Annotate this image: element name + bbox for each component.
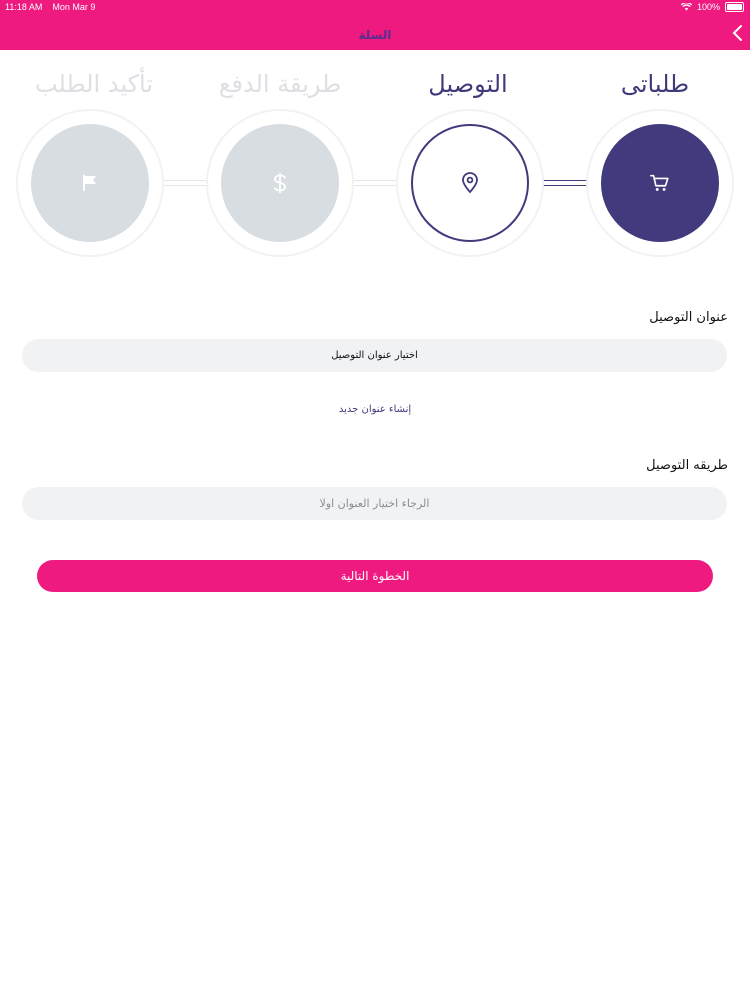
cart-icon [650,174,669,191]
flag-icon [83,175,96,191]
step-confirm[interactable] [16,109,164,257]
step-label-orders: طلباتى [620,70,690,98]
step-payment[interactable] [206,109,354,257]
step-orders[interactable] [586,109,734,257]
step-delivery[interactable] [396,109,544,257]
step-label-delivery: التوصيل [428,70,508,98]
battery-percent: 100% [696,2,720,12]
step-orders-circle [601,124,719,242]
location-pin-icon [462,172,478,194]
delivery-method-select[interactable]: الرجاء اختيار العنوان اولا [22,487,727,520]
navigation-bar: 11:18 AM Mon Mar 9 100% السلة [0,0,750,50]
page-title: السلة [358,28,392,42]
step-connector [540,180,588,186]
delivery-method-title: طريقه التوصيل [646,458,728,473]
status-time: 11:18 AM [5,2,43,12]
delivery-address-select[interactable]: اختيار عنوان التوصيل [22,339,727,372]
status-date: Mon Mar 9 [52,2,96,12]
step-connector [164,180,206,186]
step-delivery-circle [411,124,529,242]
dollar-icon [273,173,286,193]
step-label-confirm: تأكيد الطلب [34,70,154,98]
status-right: 100% [680,2,744,12]
delivery-address-title: عنوان التوصيل [649,310,728,325]
wifi-icon [680,3,692,11]
status-time-date: 11:18 AM Mon Mar 9 [5,2,95,12]
step-confirm-circle [31,124,149,242]
step-connector [354,180,396,186]
next-step-button[interactable]: الخطوة التالية [37,560,713,592]
back-chevron-icon[interactable] [730,24,746,42]
step-payment-circle [221,124,339,242]
step-label-payment: طريقة الدفع [218,70,342,98]
create-new-address-link[interactable]: إنشاء عنوان جديد [0,404,750,415]
battery-icon [725,2,744,12]
